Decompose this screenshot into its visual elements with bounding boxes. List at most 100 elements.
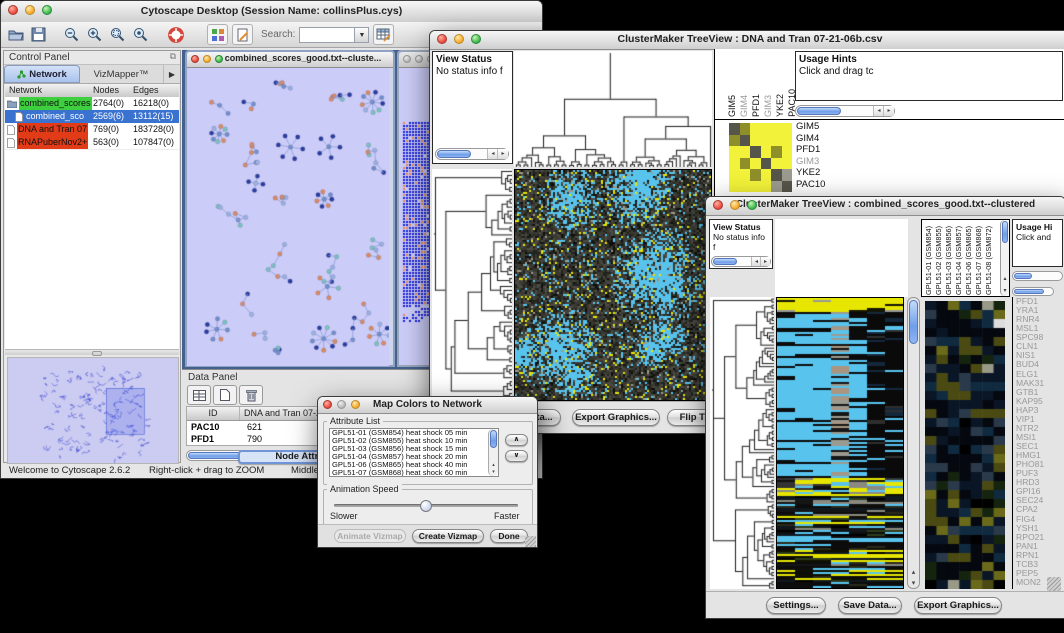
scroll-right-icon[interactable]: ▸ <box>760 257 770 266</box>
gene-label[interactable]: KAP95 <box>1016 397 1064 406</box>
save-data-button[interactable]: Save Data... <box>838 597 902 614</box>
treeview1-usage-hscrollbar[interactable]: ◂ ▸ <box>795 105 895 117</box>
scroll-up-icon[interactable]: ▴ <box>489 462 498 468</box>
close-icon[interactable] <box>323 400 332 409</box>
scrollbar-thumb[interactable] <box>1014 289 1044 294</box>
zoom-out-icon[interactable] <box>62 25 81 44</box>
attribute-item[interactable]: GPL51-02 (GSM855) heat shock 10 min <box>330 437 488 445</box>
row-label[interactable]: GIM5 <box>796 121 856 133</box>
column-label[interactable]: GPL51-03 (GSM856) <box>944 226 953 295</box>
row-label[interactable]: PAC10 <box>796 179 856 191</box>
gene-list[interactable]: PFD1YRA1RNR4MSL1SPC98CLN1NIS1BUD4ELG1MAK… <box>1012 297 1064 589</box>
network-canvas[interactable] <box>187 68 389 366</box>
animate-vizmap-button[interactable]: Animate Vizmap <box>334 529 406 543</box>
column-label[interactable]: GPL51-08 (GSM872) <box>984 226 993 295</box>
column-label[interactable]: GPL51-01 (GSM854) <box>924 226 933 295</box>
gene-label[interactable]: HRD3 <box>1016 478 1064 487</box>
attribute-item[interactable]: GPL51-07 (GSM868) heat shock 60 min <box>330 469 488 477</box>
gene-label[interactable]: MSL1 <box>1016 324 1064 333</box>
column-label[interactable]: GPL51-02 (GSM855) <box>934 226 943 295</box>
row-label[interactable]: YKE2 <box>796 167 856 179</box>
column-dendrogram-area[interactable] <box>775 219 908 297</box>
treeview1-row-labels[interactable]: GIM5GIM4PFD1GIM3YKE2PAC10 <box>796 121 856 190</box>
minimize-icon[interactable] <box>337 400 346 409</box>
minimize-icon[interactable] <box>415 55 423 63</box>
heatmap-vscrollbar[interactable]: ▴ ▾ <box>907 297 920 589</box>
tab-overflow-arrow[interactable]: ▶ <box>163 65 180 83</box>
column-label[interactable]: GPL51-07 (GSM868) <box>974 226 983 295</box>
annotation-icon[interactable] <box>232 24 253 45</box>
scrollbar-thumb[interactable] <box>490 430 497 448</box>
network-row-dna-tran[interactable]: DNA and Tran 07 769(0) 183728(0) <box>5 123 179 136</box>
export-graphics-button[interactable]: Export Graphics... <box>914 597 1002 614</box>
table-mode-icon[interactable] <box>187 385 211 405</box>
gene-label[interactable]: TCB3 <box>1016 560 1064 569</box>
scrollbar-thumb[interactable] <box>437 150 471 158</box>
treeview1-titlebar[interactable]: ClusterMaker TreeView : DNA and Tran 07-… <box>430 31 1064 50</box>
column-label[interactable]: GPL51-06 (GSM865) <box>964 226 973 295</box>
close-icon[interactable] <box>8 5 18 15</box>
heatmap-zoom[interactable] <box>925 301 1005 589</box>
scrollbar-thumb[interactable] <box>713 258 737 265</box>
minimize-icon[interactable] <box>25 5 35 15</box>
float-panel-icon[interactable]: ⧉ <box>170 51 176 62</box>
gene-label[interactable]: HAP3 <box>1016 406 1064 415</box>
heatmap-global[interactable] <box>514 169 712 401</box>
move-down-button[interactable]: ∨ <box>505 450 528 462</box>
gene-label[interactable]: GPI16 <box>1016 487 1064 496</box>
attribute-item[interactable]: GPL51-03 (GSM856) heat shock 15 min <box>330 445 488 453</box>
animation-slider[interactable] <box>334 500 518 512</box>
network-row-combined-sco[interactable]: combined_sco 2569(6) 13112(15) <box>5 110 179 123</box>
heatmap-global[interactable] <box>776 297 904 589</box>
gene-list-hscrollbar[interactable] <box>1012 287 1054 296</box>
search-input[interactable]: ▼ <box>299 27 369 43</box>
gene-label[interactable]: CPA2 <box>1016 505 1064 514</box>
gene-label[interactable]: FIG4 <box>1016 515 1064 524</box>
gene-label[interactable]: MAK31 <box>1016 379 1064 388</box>
done-button[interactable]: Done <box>490 529 528 543</box>
attribute-item[interactable]: GPL51-04 (GSM857) heat shock 20 min <box>330 453 488 461</box>
column-label[interactable]: GIM5 <box>727 95 737 117</box>
usage-hscrollbar[interactable] <box>1012 271 1063 281</box>
export-graphics-button[interactable]: Export Graphics... <box>572 409 660 426</box>
plugin-manager-icon[interactable] <box>207 24 228 45</box>
network-view-titlebar[interactable]: combined_scores_good.txt--cluste... <box>187 52 393 68</box>
gene-label[interactable]: NTR2 <box>1016 424 1064 433</box>
gene-label[interactable]: HMG1 <box>1016 451 1064 460</box>
zoom-window-icon[interactable] <box>351 400 360 409</box>
new-attribute-icon[interactable] <box>213 385 237 405</box>
labels-vscrollbar[interactable]: ▴ ▾ <box>1000 220 1009 296</box>
minimize-icon[interactable] <box>203 55 211 63</box>
gene-label[interactable]: YRA1 <box>1016 306 1064 315</box>
slider-thumb[interactable] <box>420 500 432 512</box>
move-up-button[interactable]: ∧ <box>505 434 528 446</box>
gene-label[interactable]: VIP1 <box>1016 415 1064 424</box>
gene-label[interactable]: PUF3 <box>1016 469 1064 478</box>
gene-label[interactable]: MSI1 <box>1016 433 1064 442</box>
close-icon[interactable] <box>403 55 411 63</box>
scroll-right-icon[interactable]: ▸ <box>497 149 508 159</box>
gene-label[interactable]: GTB1 <box>1016 388 1064 397</box>
delete-attribute-icon[interactable] <box>239 385 263 405</box>
resize-grip[interactable] <box>525 536 536 547</box>
correlation-matrix[interactable] <box>729 123 792 192</box>
row-label[interactable]: GIM4 <box>796 133 856 145</box>
zoom-window-icon[interactable] <box>471 34 481 44</box>
row-dendrogram[interactable] <box>710 297 774 589</box>
gene-label[interactable]: SEC24 <box>1016 496 1064 505</box>
view-status-hscrollbar[interactable]: ◂ ▸ <box>435 148 509 160</box>
scrollbar-thumb[interactable] <box>909 300 918 344</box>
gene-label[interactable]: RNR4 <box>1016 315 1064 324</box>
column-label[interactable]: GIM3 <box>763 95 773 117</box>
open-file-icon[interactable] <box>6 25 25 44</box>
zoom-window-icon[interactable] <box>215 55 223 63</box>
minimize-icon[interactable] <box>730 200 740 210</box>
zoom-window-icon[interactable] <box>747 200 757 210</box>
gene-label[interactable]: NIS1 <box>1016 351 1064 360</box>
zoom-fit-icon[interactable] <box>108 25 127 44</box>
main-titlebar[interactable]: Cytoscape Desktop (Session Name: collins… <box>1 1 542 23</box>
zoom-window-icon[interactable] <box>42 5 52 15</box>
gene-label[interactable]: PFD1 <box>1016 297 1064 306</box>
treeview2-column-labels[interactable]: GPL51-01 (GSM854)GPL51-02 (GSM855)GPL51-… <box>924 221 993 295</box>
treeview2-titlebar[interactable]: ClusterMaker TreeView : combined_scores_… <box>706 197 1064 216</box>
